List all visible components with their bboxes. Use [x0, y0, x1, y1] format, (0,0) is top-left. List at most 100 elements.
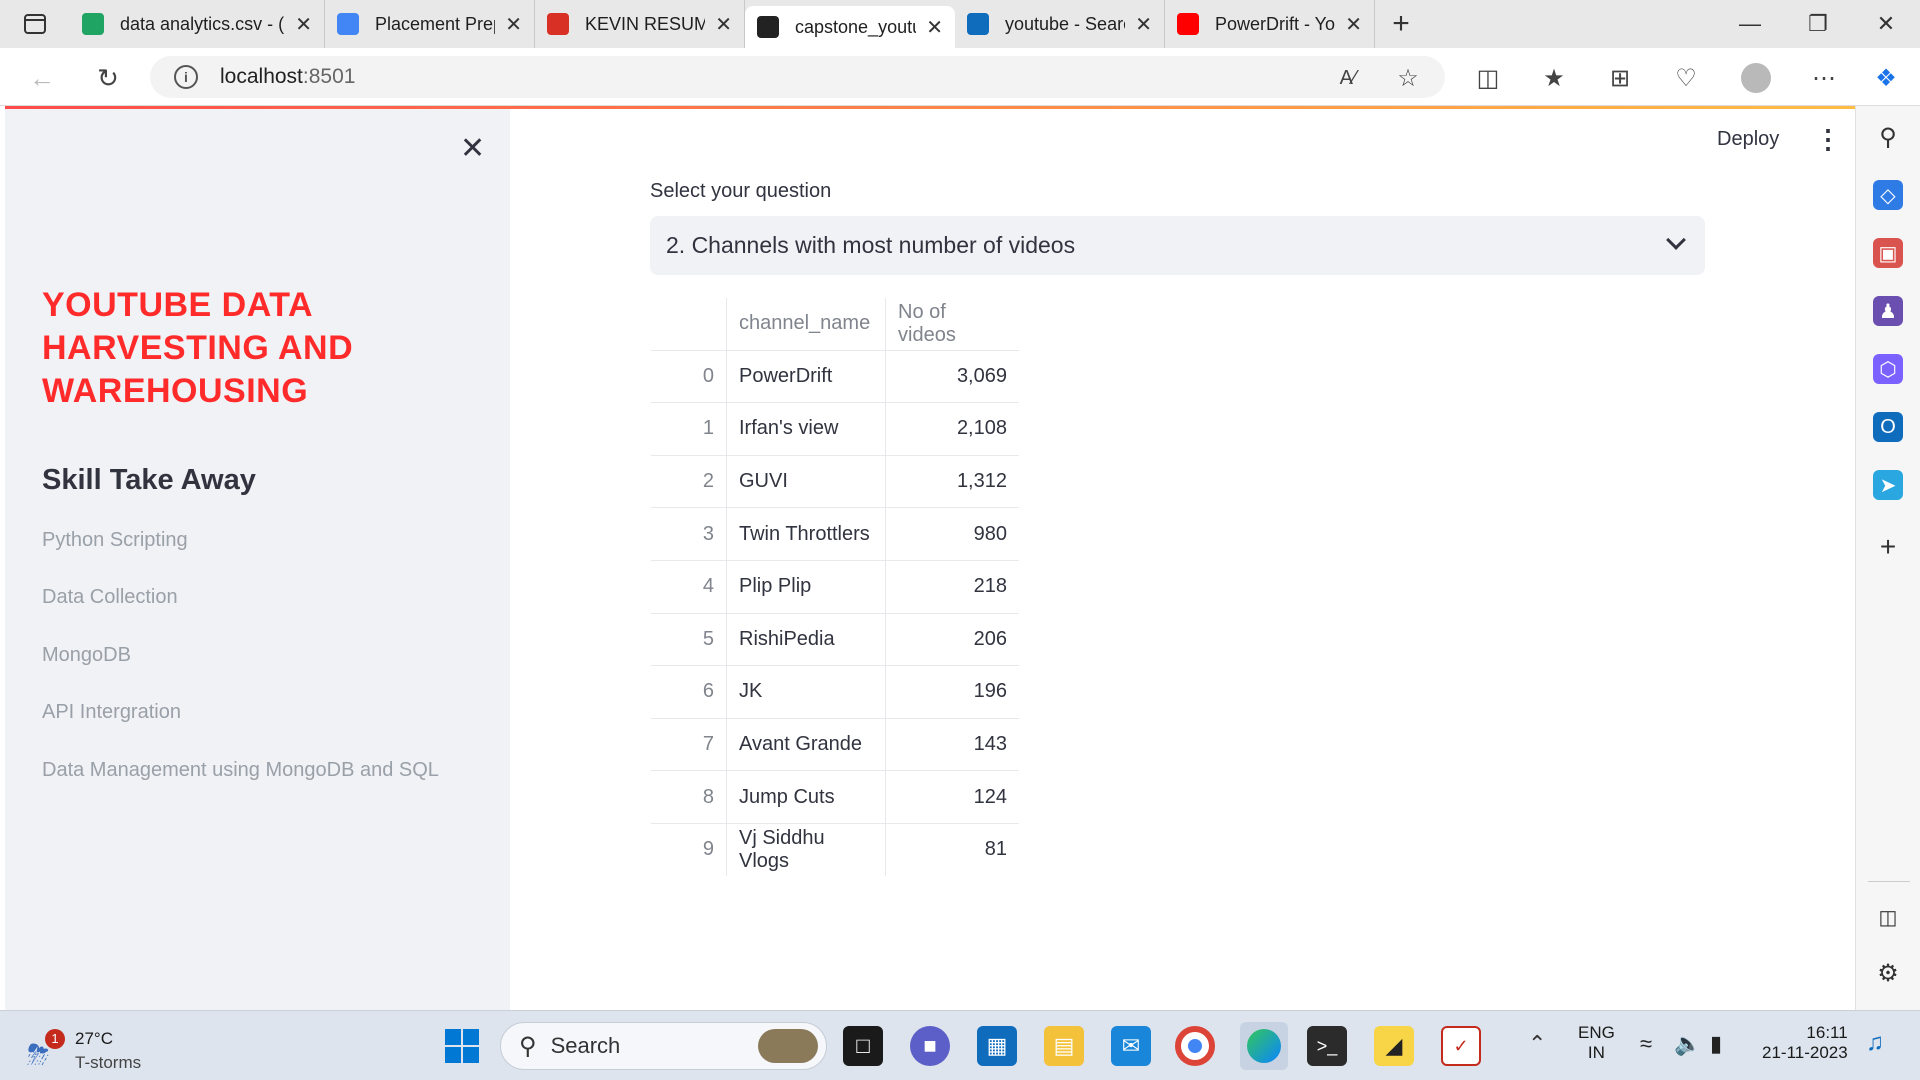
browser-tab[interactable]: Placement Preparati ✕ — [325, 0, 535, 48]
search-icon[interactable]: ⚲ — [1873, 122, 1903, 152]
copilot-icon[interactable]: ❖ — [1868, 60, 1904, 96]
taskbar-search[interactable]: ⚲ Search — [500, 1022, 827, 1070]
file-explorer-icon[interactable]: ▤ — [1044, 1026, 1084, 1066]
video-count-cell[interactable]: 2,108 — [885, 402, 1019, 456]
profile-avatar-icon[interactable] — [1738, 60, 1774, 96]
minimize-icon[interactable]: — — [1716, 0, 1784, 48]
browser-tab[interactable]: PowerDrift - YouTub ✕ — [1165, 0, 1375, 48]
browser-tab[interactable]: KEVIN RESUME.pdf ✕ — [535, 0, 745, 48]
close-tab-icon[interactable]: ✕ — [1345, 12, 1362, 37]
row-index[interactable]: 5 — [651, 612, 727, 667]
table-row[interactable]: 2 GUVI 1,312 — [651, 454, 1019, 509]
channel-name-cell[interactable]: RishiPedia — [726, 612, 886, 667]
new-tab-button[interactable]: + — [1375, 7, 1427, 41]
gear-icon[interactable]: ⚙ — [1873, 958, 1903, 988]
clock[interactable]: 16:11 21-11-2023 — [1762, 1023, 1848, 1063]
table-row[interactable]: 6 JK 196 — [651, 665, 1019, 719]
send-icon[interactable]: ➤ — [1873, 470, 1903, 500]
row-index[interactable]: 2 — [651, 454, 727, 509]
table-row[interactable]: 3 Twin Throttlers 980 — [651, 507, 1019, 561]
split-screen-icon[interactable]: ◫ — [1470, 60, 1506, 96]
video-count-cell[interactable]: 980 — [885, 507, 1019, 561]
video-count-cell[interactable]: 124 — [885, 770, 1019, 824]
video-count-cell[interactable]: 81 — [885, 822, 1019, 876]
video-count-cell[interactable]: 143 — [885, 717, 1019, 772]
table-row[interactable]: 8 Jump Cuts 124 — [651, 770, 1019, 824]
close-tab-icon[interactable]: ✕ — [715, 12, 732, 37]
task-view-icon[interactable]: □ — [843, 1026, 883, 1066]
table-row[interactable]: 9 Vj Siddhu Vlogs 81 — [651, 822, 1019, 876]
result-table[interactable]: channel_name No of videos 0 PowerDrift 3,0… — [650, 297, 1020, 877]
tab-actions-menu-icon[interactable] — [0, 0, 70, 48]
read-aloud-icon[interactable]: A⁄ — [1330, 60, 1366, 96]
add-icon[interactable]: + — [1873, 531, 1903, 562]
favorites-icon[interactable]: ★ — [1536, 60, 1572, 96]
channel-name-cell[interactable]: Avant Grande — [726, 717, 886, 772]
table-row[interactable]: 4 Plip Plip 218 — [651, 559, 1019, 614]
browser-tab[interactable]: data analytics.csv - (✕ — [70, 0, 325, 48]
row-index[interactable]: 3 — [651, 507, 727, 561]
snipping-tool-icon[interactable]: ✓ — [1441, 1026, 1481, 1066]
row-index[interactable]: 4 — [651, 559, 727, 614]
browser-tab[interactable]: capstone_youtube ✕ — [745, 6, 955, 48]
edge-icon[interactable] — [1240, 1022, 1288, 1070]
video-count-cell[interactable]: 196 — [885, 665, 1019, 719]
video-count-cell[interactable]: 206 — [885, 612, 1019, 667]
close-tab-icon[interactable]: ✕ — [295, 12, 312, 37]
games-icon[interactable]: ♟ — [1873, 296, 1903, 326]
notification-bell-icon[interactable]: ♫ — [1866, 1029, 1884, 1057]
collections-icon[interactable]: ⊞ — [1602, 60, 1638, 96]
channel-name-cell[interactable]: Vj Siddhu Vlogs — [726, 822, 886, 876]
table-row[interactable]: 1 Irfan's view 2,108 — [651, 402, 1019, 456]
close-window-icon[interactable]: ✕ — [1852, 0, 1920, 48]
refresh-icon[interactable]: ↻ — [88, 58, 128, 98]
close-sidebar-icon[interactable]: ✕ — [460, 131, 485, 166]
channel-name-cell[interactable]: Jump Cuts — [726, 770, 886, 824]
site-info-icon[interactable]: i — [174, 65, 198, 89]
settings-more-icon[interactable]: ⋯ — [1806, 60, 1842, 96]
chevron-up-icon[interactable]: ⌃ — [1528, 1031, 1546, 1057]
terminal-icon[interactable]: >_ — [1307, 1026, 1347, 1066]
mail-icon[interactable]: ✉ — [1111, 1026, 1151, 1066]
row-index[interactable]: 6 — [651, 665, 727, 719]
shopping-tag-icon[interactable]: ◇ — [1873, 180, 1903, 210]
language-indicator[interactable]: ENG IN — [1578, 1023, 1615, 1063]
row-index[interactable]: 9 — [651, 822, 727, 876]
tools-briefcase-icon[interactable]: ▣ — [1873, 238, 1903, 268]
teams-chat-icon[interactable]: ■ — [910, 1026, 950, 1066]
outlook-icon[interactable]: O — [1873, 412, 1903, 442]
channel-name-cell[interactable]: Irfan's view — [726, 402, 886, 456]
question-select[interactable]: 2. Channels with most number of videos — [650, 216, 1705, 275]
table-row[interactable]: 5 RishiPedia 206 — [651, 612, 1019, 667]
video-count-cell[interactable]: 3,069 — [885, 349, 1019, 404]
channel-name-cell[interactable]: Twin Throttlers — [726, 507, 886, 561]
row-index[interactable]: 1 — [651, 402, 727, 456]
restore-icon[interactable]: ❐ — [1784, 0, 1852, 48]
channel-name-cell[interactable]: GUVI — [726, 454, 886, 509]
back-icon[interactable]: ← — [22, 58, 62, 98]
windows-start-icon[interactable] — [442, 1026, 482, 1066]
microsoft-store-icon[interactable]: ▦ — [977, 1026, 1017, 1066]
row-index[interactable]: 7 — [651, 717, 727, 772]
url-input[interactable]: i localhost:8501 — [150, 56, 1445, 98]
sticky-notes-icon[interactable]: ◢ — [1374, 1026, 1414, 1066]
battery-icon[interactable]: ▮ — [1710, 1031, 1722, 1057]
column-header[interactable]: channel_name — [726, 297, 886, 351]
close-tab-icon[interactable]: ✕ — [926, 15, 943, 40]
chrome-icon[interactable] — [1175, 1026, 1215, 1066]
channel-name-cell[interactable]: JK — [726, 665, 886, 719]
video-count-cell[interactable]: 1,312 — [885, 454, 1019, 509]
table-row[interactable]: 0 PowerDrift 3,069 — [651, 349, 1019, 404]
row-index[interactable]: 8 — [651, 770, 727, 824]
channel-name-cell[interactable]: Plip Plip — [726, 559, 886, 614]
close-tab-icon[interactable]: ✕ — [1135, 12, 1152, 37]
browser-essentials-icon[interactable]: ♡ — [1668, 60, 1704, 96]
main-menu-icon[interactable]: ⋮ — [1815, 124, 1841, 155]
row-index[interactable]: 0 — [651, 349, 727, 404]
channel-name-cell[interactable]: PowerDrift — [726, 349, 886, 404]
volume-icon[interactable]: 🔈 — [1674, 1031, 1701, 1057]
wifi-icon[interactable]: ≈ — [1640, 1031, 1652, 1057]
column-header[interactable]: No of videos — [885, 297, 1019, 351]
deploy-button[interactable]: Deploy — [1717, 128, 1779, 151]
table-row[interactable]: 7 Avant Grande 143 — [651, 717, 1019, 772]
